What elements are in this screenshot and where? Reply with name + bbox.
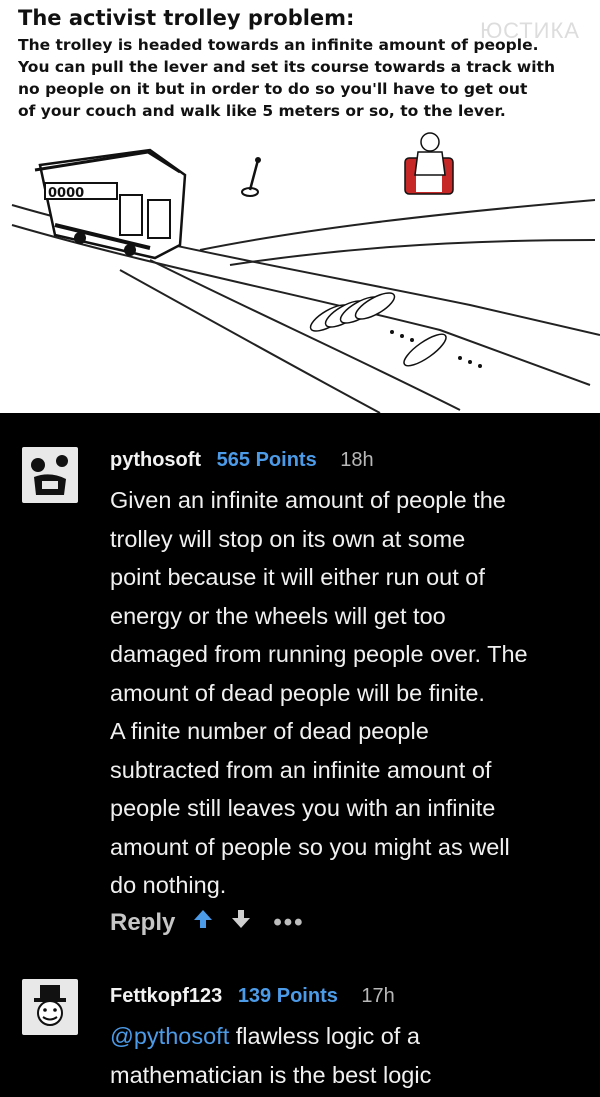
timestamp: 18h (340, 449, 374, 471)
more-options-button[interactable]: ••• (273, 909, 304, 937)
top-hat-face-avatar-icon[interactable] (22, 979, 78, 1035)
comment-body: @pythosoft flawless logic of a mathemati… (110, 1017, 590, 1094)
comment-text: flawless logic of a (229, 1023, 420, 1049)
person-on-couch-icon (404, 132, 454, 195)
comment-line: @pythosoft flawless logic of a (110, 1017, 590, 1056)
comment-line: people still leaves you with an infinite (110, 795, 496, 821)
comment-body: Given an infinite amount of people the t… (110, 481, 590, 905)
comment-line: energy or the wheels will get too (110, 602, 446, 629)
meme-caption-line: no people on it but in order to do so yo… (18, 80, 528, 98)
svg-text:0000: 0000 (48, 186, 84, 201)
rage-face-avatar-icon[interactable] (22, 447, 78, 503)
points-count: 565 Points (216, 449, 317, 471)
comment-line: amount of people so you might as well (110, 833, 510, 860)
meme-image: 0000 The activist trolley problem: The t… (0, 0, 600, 413)
comment-line: Given an infinite amount of people the (110, 487, 506, 513)
watermark: ЮСТИКА (480, 18, 580, 43)
timestamp: 17h (361, 985, 395, 1007)
user-mention-link[interactable]: @pythosoft (110, 1023, 229, 1049)
comment-line: amount of dead people will be finite. (110, 679, 485, 706)
comment-line: subtracted from an infinite amount of (110, 756, 492, 783)
comment-line: point because it will either run out of (110, 564, 485, 590)
people-on-track-icon (309, 292, 447, 367)
comment-line: damaged from running people over. The (110, 641, 528, 667)
comment-line: A finite number of dead people (110, 718, 429, 744)
trolley-icon: 0000 (34, 148, 187, 260)
meme-title: The activist trolley problem: (18, 6, 355, 30)
comment-line: do nothing. (110, 872, 227, 898)
points-count: 139 Points (237, 985, 338, 1007)
comments-section: pythosoft 565 Points 18h Given an infini… (0, 413, 600, 1097)
username[interactable]: Fettkopf123 (110, 985, 222, 1007)
comment-line: mathematician is the best logic (110, 1061, 432, 1088)
comment-actions: Reply ••• (110, 908, 305, 937)
upvote-icon[interactable] (193, 908, 213, 937)
meme-caption: The trolley is headed towards an infinit… (18, 34, 593, 122)
comment-line: trolley will stop on its own at some (110, 525, 466, 552)
username[interactable]: pythosoft (110, 449, 201, 471)
comment-meta: pythosoft 565 Points 18h (110, 449, 374, 472)
comment-meta: Fettkopf123 139 Points 17h (110, 985, 395, 1008)
lever-icon (241, 157, 261, 197)
downvote-icon[interactable] (231, 908, 251, 937)
meme-caption-line: You can pull the lever and set its cours… (18, 58, 556, 76)
meme-caption-line: of your couch and walk like 5 meters or … (18, 102, 506, 120)
reply-button[interactable]: Reply (110, 909, 175, 937)
